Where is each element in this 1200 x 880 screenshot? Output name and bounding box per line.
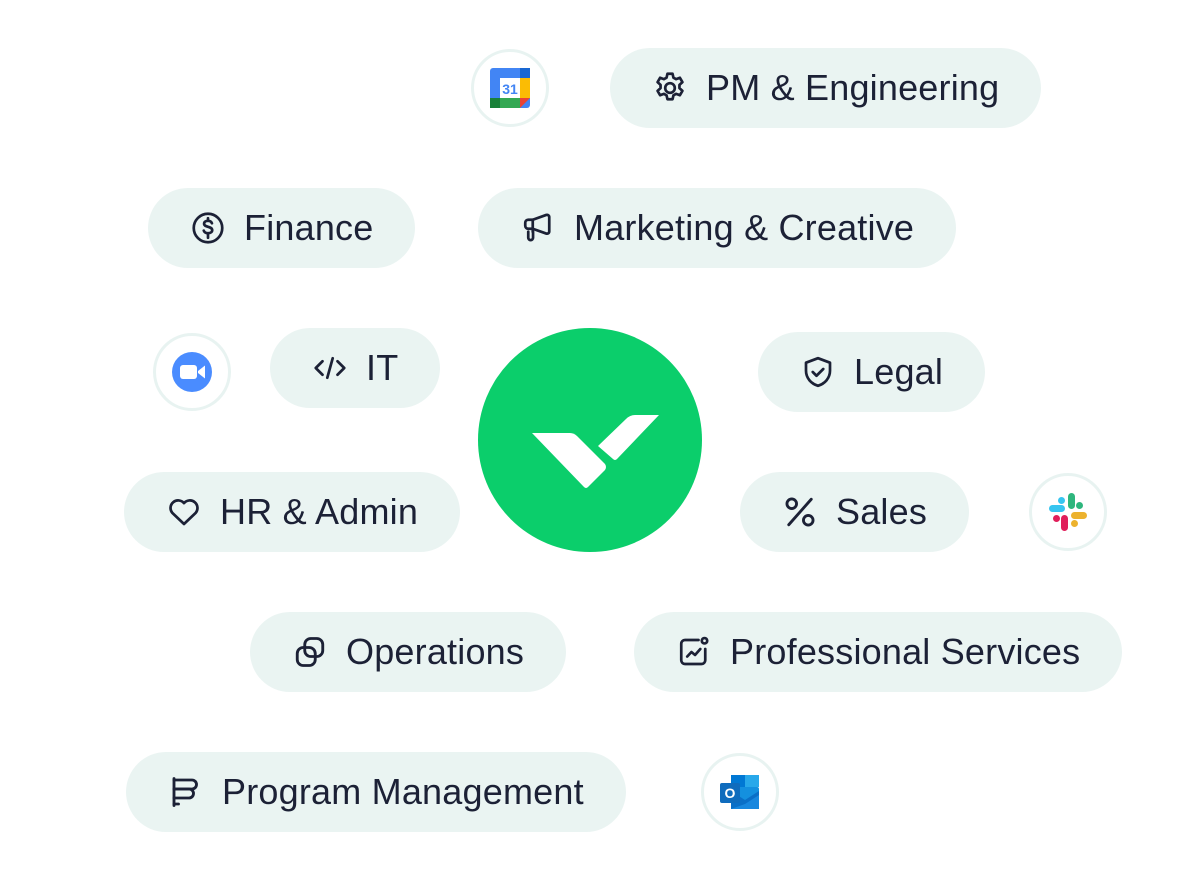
department-label: PM & Engineering	[706, 67, 1000, 108]
megaphone-icon	[520, 210, 556, 246]
integration-zoom[interactable]	[153, 333, 231, 411]
code-icon	[312, 350, 348, 386]
slack-icon	[1049, 493, 1087, 531]
department-label: Professional Services	[730, 631, 1081, 672]
department-label: Finance	[244, 207, 374, 248]
department-label: Program Management	[222, 771, 584, 812]
department-operations[interactable]: Operations	[250, 612, 567, 692]
department-program-management[interactable]: Program Management	[126, 752, 626, 832]
department-label: Operations	[346, 631, 525, 672]
department-professional-services[interactable]: Professional Services	[634, 612, 1123, 692]
department-pm-engineering[interactable]: PM & Engineering	[610, 48, 1042, 128]
linked-squares-icon	[292, 634, 328, 670]
outlook-icon: O	[720, 775, 759, 809]
department-label: HR & Admin	[220, 491, 419, 532]
department-label: IT	[366, 347, 399, 388]
department-label: Sales	[836, 491, 928, 532]
google-calendar-icon: 31	[490, 68, 530, 108]
wrike-checkmark-logo	[532, 415, 659, 488]
department-label: Legal	[854, 351, 944, 392]
dollar-coin-icon	[190, 210, 226, 246]
gantt-icon	[168, 774, 204, 810]
percent-icon	[782, 494, 818, 530]
shield-check-icon	[800, 354, 836, 390]
department-it[interactable]: IT	[270, 328, 441, 408]
department-legal[interactable]: Legal	[758, 332, 986, 412]
calendar-date-text: 31	[502, 81, 518, 97]
department-hr-admin[interactable]: HR & Admin	[124, 472, 461, 552]
wrike-logo	[478, 328, 702, 552]
heart-icon	[166, 494, 202, 530]
chart-badge-icon	[676, 634, 712, 670]
integration-slack[interactable]	[1029, 473, 1107, 551]
integration-outlook[interactable]: O	[701, 753, 779, 831]
integration-google-calendar[interactable]: 31	[471, 49, 549, 127]
gear-icon	[652, 70, 688, 106]
department-sales[interactable]: Sales	[740, 472, 970, 552]
department-label: Marketing & Creative	[574, 207, 915, 248]
outlook-letter: O	[725, 785, 736, 801]
department-marketing-creative[interactable]: Marketing & Creative	[478, 188, 957, 268]
zoom-icon	[172, 352, 212, 392]
department-finance[interactable]: Finance	[148, 188, 416, 268]
